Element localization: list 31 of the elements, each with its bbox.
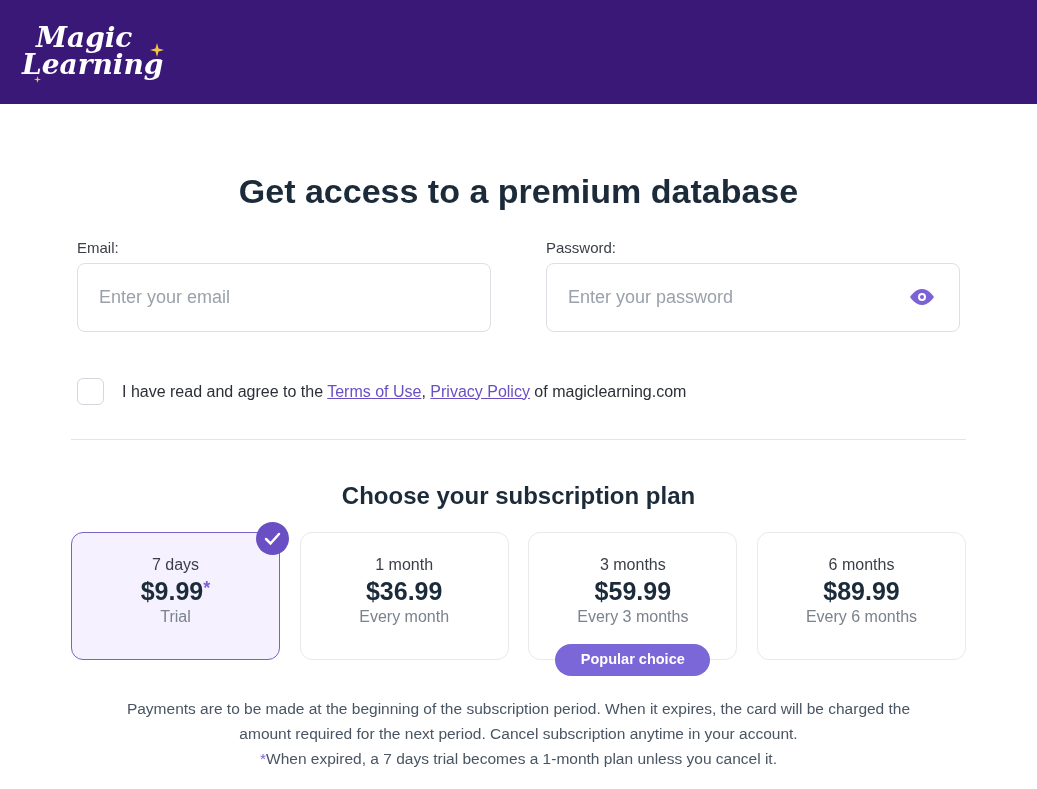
plan-billing: Every month (359, 607, 450, 627)
plan-price: $89.99 (823, 576, 900, 607)
page-title: Get access to a premium database (238, 171, 799, 212)
plan-price: $36.99 (365, 576, 443, 607)
payment-note: Payments are to be made at the beginning of the subscription period. When it expires, the card will be charged the amount required for the next period. Cancel subscription anytime in your account. (125, 699, 912, 744)
plan-period: 1 month (375, 555, 434, 575)
policy-link[interactable]: Privacy Policy (430, 382, 530, 400)
field-label: Email: (77, 237, 120, 258)
policy-link[interactable]: Terms of Use (327, 382, 422, 400)
popular-badge: Popular choice (555, 644, 711, 676)
plan-price: $59.99 (594, 576, 672, 607)
field-label: Password: (546, 237, 618, 258)
plan-price: $9.99$^{*}$ (140, 576, 211, 607)
password-field[interactable]: Enter your password (546, 263, 960, 332)
plan-period: 7 days (151, 555, 200, 575)
plan-card[interactable]: 7 days $9.99$^{*}$ Trial (71, 532, 280, 660)
agreement-text: I have read and agree to the Terms of Use, Privacy Policy of magiclearning.com (122, 381, 687, 402)
logo[interactable]: Magic Learning (22, 25, 164, 79)
check-icon (256, 522, 289, 555)
section-title: Choose your subscription plan (341, 481, 696, 511)
plan-billing: Every 6 months (805, 607, 918, 627)
plan-card[interactable]: 1 month $36.99 Every month (299, 532, 509, 660)
plan-period: 6 months (828, 555, 895, 575)
plan-card[interactable]: 6 months $89.99 Every 6 months (756, 532, 966, 660)
eye-icon[interactable] (908, 288, 936, 306)
email-field[interactable]: Enter your email (77, 263, 491, 332)
plan-period: 3 months (599, 555, 666, 575)
plan-billing: Trial (160, 607, 191, 627)
plan-billing: Every 3 months (577, 607, 689, 627)
agree-checkbox[interactable] (77, 378, 104, 405)
trial-footnote: *When expired, a 7 days trial becomes a 1-month plan unless you cancel it. (260, 749, 777, 769)
